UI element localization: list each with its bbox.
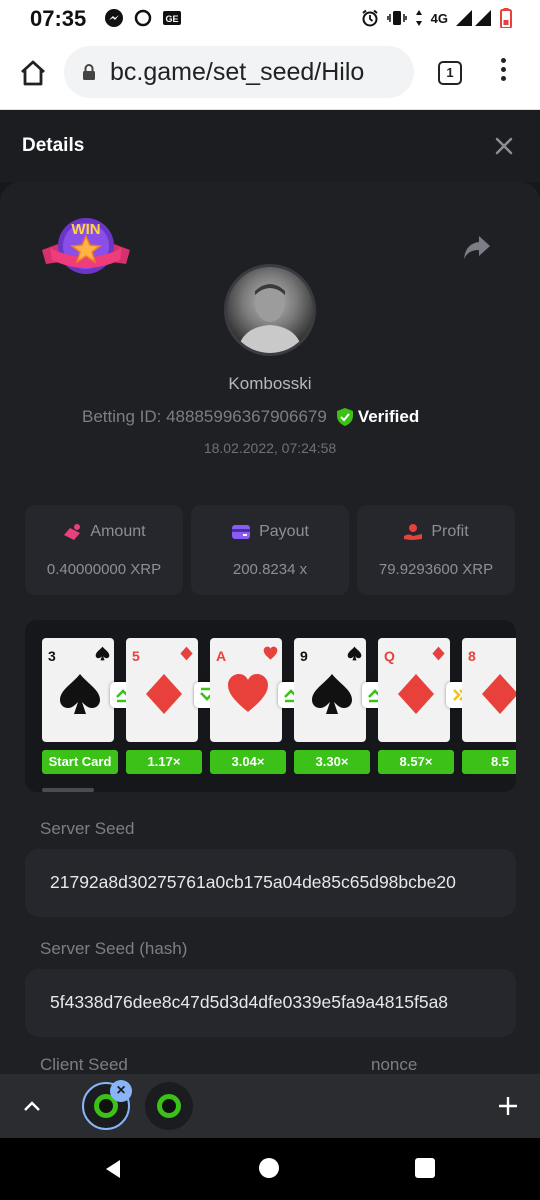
spade-icon (312, 674, 352, 714)
card-history[interactable]: 3 Start Card 5 1.17× A 3.04× 9 3.30× Q 8.57× 8 8.5 (25, 620, 516, 792)
lock-icon (83, 64, 95, 80)
diamond-icon (432, 646, 445, 661)
win-badge-icon: WIN (42, 218, 130, 274)
multiplier-label: 1.17× (126, 750, 202, 774)
browser-toolbar: bc.game/set_seed/Hilo 1 (0, 36, 540, 110)
spade-icon (347, 646, 362, 661)
overflow-menu-icon[interactable] (494, 58, 512, 88)
payout-icon (232, 525, 251, 539)
diamond-icon (515, 646, 516, 661)
profit-stat: Profit 79.9293600 XRP (357, 505, 515, 595)
share-icon[interactable] (462, 234, 492, 260)
close-tab-icon[interactable]: × (110, 1080, 132, 1102)
server-seed-hash-label: Server Seed (hash) (40, 939, 188, 958)
circle-icon (134, 9, 152, 27)
avatar-photo (237, 284, 303, 353)
playing-card: Q (378, 638, 450, 742)
playing-card: 9 (294, 638, 366, 742)
tab-switcher-button[interactable]: 1 (438, 61, 462, 85)
server-seed-hash-field[interactable]: 5f4338d76dee8c47d5d3d4dfe0339e5fa9a4815f… (25, 969, 516, 1037)
multiplier-label: 3.30× (294, 750, 370, 774)
payout-value: 200.8234 x (232, 561, 308, 578)
betting-id-row: Betting ID: 48885996367906679 Verified (82, 406, 419, 428)
card-rank: 8 (468, 648, 476, 664)
amount-stat: Amount 0.40000000 XRP (25, 505, 183, 595)
username: Kombosski (228, 374, 312, 393)
payout-stat: Payout 200.8234 x (191, 505, 349, 595)
profit-value: 79.9293600 XRP (378, 561, 494, 578)
recents-icon[interactable] (415, 1158, 435, 1178)
url-text: bc.game/set_seed/Hilo (110, 58, 365, 86)
multiplier-label: 3.04× (210, 750, 286, 774)
nonce-label: nonce (371, 1055, 418, 1074)
diamond-icon (482, 674, 516, 714)
verified-shield-icon (336, 408, 353, 426)
back-icon[interactable] (102, 1158, 124, 1180)
horizontal-scrollbar[interactable] (42, 788, 94, 792)
diamond-icon (398, 674, 434, 714)
server-seed-field[interactable]: 21792a8d30275761a0cb175a04de85c65d98bcbe… (25, 849, 516, 917)
status-time: 07:35 (30, 6, 87, 31)
verified-label: Verified (357, 407, 420, 426)
multiplier-label: 8.57× (378, 750, 454, 774)
spade-icon (95, 646, 110, 661)
client-seed-label: Client Seed (40, 1055, 128, 1074)
chevron-up-icon[interactable] (22, 1096, 42, 1116)
amount-label: Amount (90, 523, 146, 540)
server-seed-hash-value: 5f4338d76dee8c47d5d3d4dfe0339e5fa9a4815f… (50, 992, 449, 1012)
alarm-icon (362, 9, 378, 27)
details-header: Details (0, 110, 540, 182)
system-icons: 4G (361, 8, 512, 28)
bet-datetime: 18.02.2022, 07:24:58 (203, 440, 337, 456)
spade-icon (60, 674, 100, 714)
card-rank: A (216, 648, 227, 664)
android-nav-bar (0, 1138, 540, 1200)
page-title: Details (22, 135, 85, 156)
close-icon[interactable] (494, 136, 514, 156)
bcgame-logo-icon (157, 1094, 181, 1118)
browser-tab-strip: × (0, 1074, 540, 1138)
avatar (224, 264, 316, 356)
diamond-icon (180, 646, 193, 661)
svg-text:GE: GE (165, 14, 178, 24)
card-rank: 9 (300, 648, 308, 664)
status-bar: 07:35 GE 4G (0, 0, 540, 36)
battery-icon (500, 8, 512, 28)
ge-icon: GE (163, 11, 181, 25)
multiplier-label: 8.5 (462, 750, 516, 774)
profit-icon (404, 524, 423, 540)
win-badge-text: WIN (71, 221, 100, 238)
amount-value: 0.40000000 XRP (46, 561, 162, 578)
signal-icon (456, 10, 491, 26)
playing-card: 3 (42, 638, 114, 742)
data-arrows-icon (415, 10, 422, 26)
tab-bcgame[interactable] (145, 1082, 193, 1130)
new-tab-plus-icon[interactable] (496, 1094, 520, 1118)
home-icon[interactable] (18, 58, 48, 88)
profit-label: Profit (431, 523, 469, 540)
heart-icon (228, 674, 268, 712)
messenger-icon (105, 9, 123, 27)
payout-label: Payout (259, 523, 309, 540)
playing-card: 5 (126, 638, 198, 742)
heart-icon (263, 646, 278, 660)
card-rank: Q (384, 648, 395, 664)
diamond-icon (146, 674, 182, 714)
betting-id: Betting ID: 48885996367906679 (82, 407, 327, 426)
card-rank: 3 (48, 648, 56, 664)
home-nav-icon[interactable] (259, 1158, 279, 1178)
playing-card: 8 (462, 638, 516, 742)
server-seed-label: Server Seed (40, 819, 135, 838)
notification-icons: GE (104, 8, 182, 28)
playing-card: A (210, 638, 282, 742)
network-type: 4G (430, 10, 448, 26)
address-bar[interactable]: bc.game/set_seed/Hilo (64, 46, 414, 98)
multiplier-label: Start Card (42, 750, 118, 774)
server-seed-value: 21792a8d30275761a0cb175a04de85c65d98bcbe… (50, 872, 456, 892)
vibrate-icon (386, 11, 407, 25)
card-rank: 5 (132, 648, 140, 664)
amount-icon (64, 524, 81, 540)
